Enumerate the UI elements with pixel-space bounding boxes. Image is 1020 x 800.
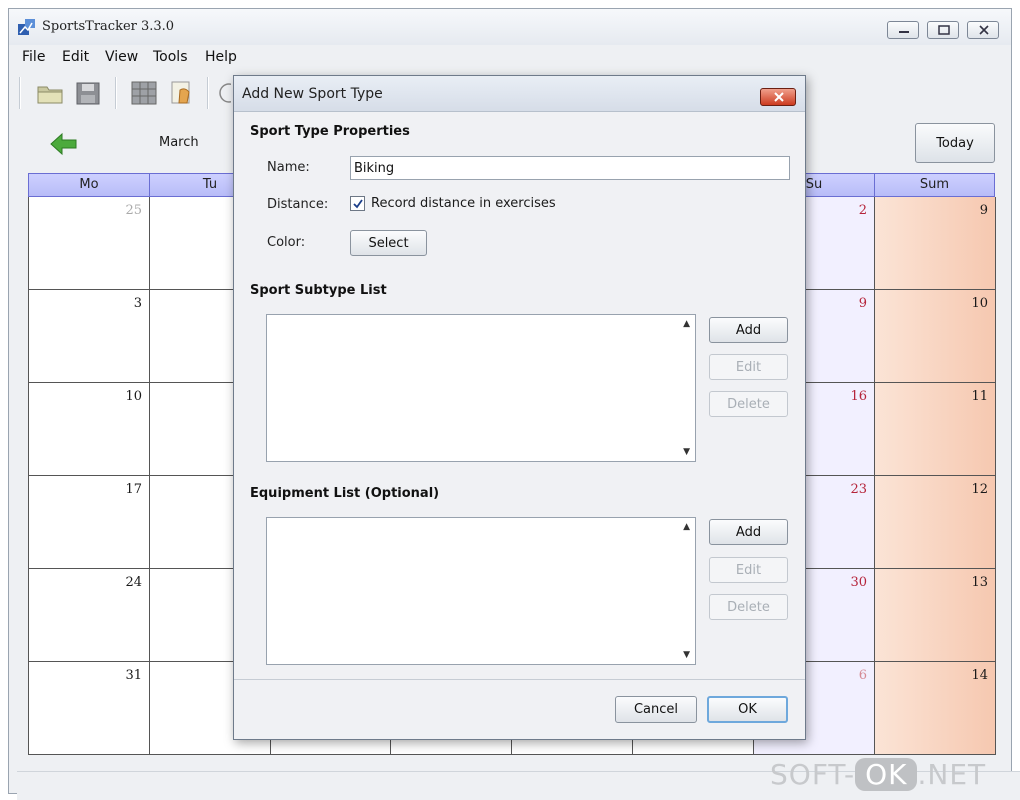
equipment-delete-button[interactable]: Delete xyxy=(709,594,788,620)
day-number: 9 xyxy=(979,203,988,218)
subtype-list[interactable]: ▲ ▼ xyxy=(266,314,696,462)
day-number: 9 xyxy=(858,296,867,311)
day-number: 11 xyxy=(971,389,988,404)
day-number: 6 xyxy=(858,668,867,683)
record-distance-label[interactable]: Record distance in exercises xyxy=(371,196,556,211)
edit-entry-icon[interactable] xyxy=(167,79,197,107)
day-number: 23 xyxy=(850,482,867,497)
help-icon[interactable] xyxy=(217,79,231,107)
distance-label: Distance: xyxy=(267,197,329,212)
day-number: 3 xyxy=(133,296,142,311)
calendar-view-icon[interactable] xyxy=(129,79,159,107)
close-window-button[interactable] xyxy=(967,21,999,39)
toolbar-separator xyxy=(115,77,117,109)
toolbar-separator xyxy=(207,77,209,109)
checkmark-icon xyxy=(353,199,363,209)
subtype-delete-button[interactable]: Delete xyxy=(709,391,788,417)
name-input[interactable] xyxy=(350,156,790,180)
calendar-day-cell[interactable]: 24 xyxy=(29,569,150,662)
record-distance-checkbox[interactable] xyxy=(350,196,365,211)
day-number: 13 xyxy=(971,575,988,590)
calendar-day-cell[interactable]: 10 xyxy=(875,290,996,383)
properties-section-title: Sport Type Properties xyxy=(250,124,410,139)
calendar-day-cell[interactable]: 17 xyxy=(29,476,150,569)
scroll-down-icon[interactable]: ▼ xyxy=(683,650,690,660)
scroll-down-icon[interactable]: ▼ xyxy=(683,447,690,457)
app-icon xyxy=(18,19,35,35)
scroll-up-icon[interactable]: ▲ xyxy=(683,522,690,532)
dialog-title: Add New Sport Type xyxy=(242,86,383,102)
save-icon[interactable] xyxy=(73,79,103,107)
menu-edit[interactable]: Edit xyxy=(62,49,89,65)
watermark-left: SOFT- xyxy=(770,758,856,791)
equipment-add-button[interactable]: Add xyxy=(709,519,788,545)
toolbar-separator xyxy=(19,77,21,109)
watermark-ok: OK xyxy=(855,758,918,791)
menu-tools[interactable]: Tools xyxy=(153,49,188,65)
calendar-day-cell[interactable]: 11 xyxy=(875,383,996,476)
day-number: 16 xyxy=(850,389,867,404)
menu-help[interactable]: Help xyxy=(205,49,237,65)
calendar-day-cell[interactable]: 9 xyxy=(875,197,996,290)
name-label: Name: xyxy=(267,160,310,175)
equipment-edit-button[interactable]: Edit xyxy=(709,557,788,583)
color-label: Color: xyxy=(267,235,306,250)
dialog-close-button[interactable] xyxy=(760,88,796,106)
close-icon xyxy=(774,92,784,102)
toolbar xyxy=(19,73,239,113)
day-number: 14 xyxy=(971,668,988,683)
calendar-day-cell[interactable]: 31 xyxy=(29,662,150,755)
calendar-day-cell[interactable]: 3 xyxy=(29,290,150,383)
equipment-section-title: Equipment List (Optional) xyxy=(250,486,440,501)
window-title: SportsTracker 3.3.0 xyxy=(42,19,175,34)
dialog-title-bar: Add New Sport Type xyxy=(234,76,805,112)
header-monday: Mo xyxy=(28,173,149,197)
subtype-edit-button[interactable]: Edit xyxy=(709,354,788,380)
scroll-up-icon[interactable]: ▲ xyxy=(683,319,690,329)
menu-bar: File Edit View Tools Help xyxy=(9,45,1011,69)
today-button[interactable]: Today xyxy=(915,123,995,163)
calendar-day-cell[interactable]: 10 xyxy=(29,383,150,476)
title-bar: SportsTracker 3.3.0 xyxy=(9,9,1011,45)
day-number: 10 xyxy=(971,296,988,311)
calendar-day-cell[interactable]: 12 xyxy=(875,476,996,569)
day-number: 10 xyxy=(125,389,142,404)
day-number: 30 xyxy=(850,575,867,590)
subtype-section-title: Sport Subtype List xyxy=(250,283,387,298)
calendar-day-cell[interactable]: 14 xyxy=(875,662,996,755)
minimize-button[interactable] xyxy=(887,21,919,39)
add-sport-type-dialog: Add New Sport Type Sport Type Properties… xyxy=(233,75,806,740)
maximize-button[interactable] xyxy=(927,21,959,39)
equipment-list[interactable]: ▲ ▼ xyxy=(266,517,696,665)
main-window: SportsTracker 3.3.0 File Edit View Tools… xyxy=(8,8,1020,800)
watermark: SOFT- OK .NET xyxy=(770,758,986,791)
month-label: March xyxy=(159,135,199,150)
day-number: 2 xyxy=(858,203,867,218)
calendar-day-cell[interactable]: 13 xyxy=(875,569,996,662)
watermark-right: .NET xyxy=(917,758,987,791)
previous-month-arrow-icon[interactable] xyxy=(49,131,79,157)
maximize-icon xyxy=(938,25,950,35)
cancel-button[interactable]: Cancel xyxy=(615,696,697,723)
minimize-icon xyxy=(899,31,909,33)
menu-view[interactable]: View xyxy=(105,49,138,65)
day-number: 25 xyxy=(125,203,142,218)
open-folder-icon[interactable] xyxy=(35,79,65,107)
day-number: 24 xyxy=(125,575,142,590)
day-number: 31 xyxy=(125,668,142,683)
calendar-day-cell[interactable]: 25 xyxy=(29,197,150,290)
day-number: 17 xyxy=(125,482,142,497)
select-color-button[interactable]: Select xyxy=(350,230,427,256)
menu-file[interactable]: File xyxy=(22,49,45,65)
dialog-separator xyxy=(234,679,805,680)
close-icon xyxy=(979,25,989,35)
subtype-add-button[interactable]: Add xyxy=(709,317,788,343)
day-number: 12 xyxy=(971,482,988,497)
header-sum: Sum xyxy=(874,173,995,197)
ok-button[interactable]: OK xyxy=(707,696,788,723)
